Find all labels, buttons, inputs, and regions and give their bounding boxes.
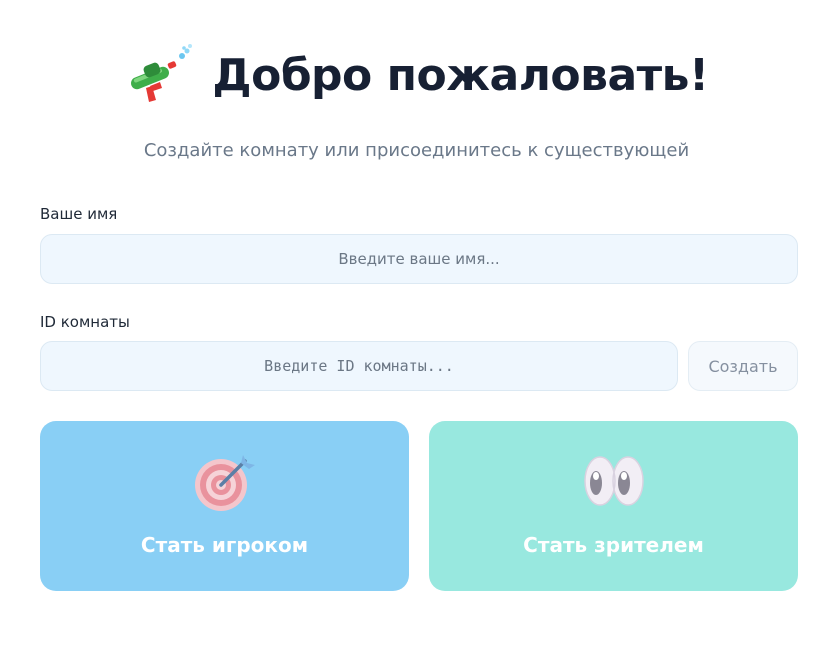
create-room-button[interactable]: Создать — [688, 341, 798, 391]
name-label: Ваше имя — [40, 205, 118, 223]
room-id-label: ID комнаты — [40, 313, 130, 331]
target-icon — [194, 455, 255, 511]
become-player-label: Стать игроком — [140, 533, 309, 557]
become-viewer-label: Стать зрителем — [523, 533, 704, 557]
eyes-icon — [583, 456, 644, 506]
name-input[interactable] — [40, 234, 798, 284]
welcome-header: Добро пожаловать! — [0, 42, 833, 108]
become-player-button[interactable]: Стать игроком — [40, 421, 409, 591]
page-title: Добро пожаловать! — [212, 49, 709, 101]
room-id-input[interactable] — [40, 341, 678, 391]
become-viewer-button[interactable]: Стать зрителем — [429, 421, 798, 591]
water-gun-icon — [131, 44, 193, 102]
page-subtitle: Создайте комнату или присоединитесь к су… — [143, 140, 690, 161]
